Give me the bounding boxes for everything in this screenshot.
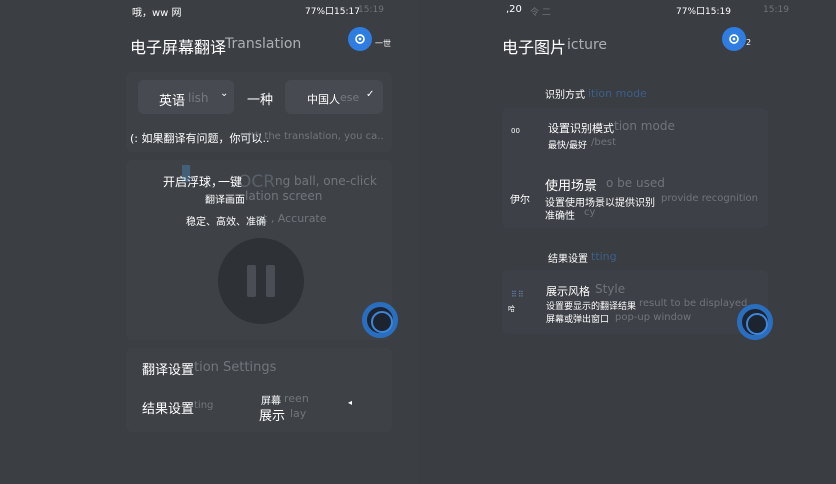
status-left: 哦，ww 网 <box>132 8 182 19</box>
status-time-ghost: 15:19 <box>763 5 789 15</box>
target-language-ghost: ese <box>340 91 360 104</box>
section-result-ghost: tting <box>591 250 617 263</box>
section-result-settings: 结果设置 <box>548 254 588 265</box>
page-title-ghost: Translation <box>225 36 302 52</box>
settings-gear-button[interactable] <box>722 27 746 51</box>
swap-languages-button[interactable]: 一种 <box>247 89 273 108</box>
style-icon: 哈 <box>508 305 515 313</box>
scene-label-ghost: o be used <box>606 176 665 190</box>
status-left-ghost: 令 二 <box>530 8 551 18</box>
floating-ball-button[interactable] <box>362 302 398 338</box>
gear-icon <box>729 34 739 44</box>
float-line-1b: 一键 <box>218 175 243 189</box>
mode-label-ghost: tion mode <box>614 119 675 133</box>
scene-label[interactable]: 使用场景 <box>545 175 597 194</box>
source-language-label: 英语 <box>159 94 186 109</box>
mode-value: 最快/最好 <box>548 141 588 151</box>
grid-icon: ⠿⠿ <box>511 290 525 299</box>
scene-desc-2: 准确性 <box>545 211 575 222</box>
chevron-down-icon: ⌄ <box>220 88 229 99</box>
page-title: 电子图片 <box>502 38 567 57</box>
page-title-ghost: icture <box>567 37 608 53</box>
picture-translation-panel: ,20 令 二 77%口15:19 15:19 电子图片 icture 2 识别… <box>418 0 836 484</box>
translation-hint-ghost: with the translation, you ca.. <box>240 131 384 142</box>
float-line-2-ghost: lation screen <box>245 189 323 203</box>
start-pause-button[interactable] <box>218 238 304 324</box>
screen-translation-panel: 哦，ww 网 77%口15:17 15:19 电子屏幕翻译 Translatio… <box>0 0 418 484</box>
checkmark-icon: ✓ <box>366 89 375 100</box>
pause-bar-icon <box>247 265 256 297</box>
status-right: 77%口15:17 <box>305 7 360 17</box>
float-line-3: 稳定、高效、准确 <box>186 217 266 228</box>
float-line-1-ghost: ng ball, one-click <box>275 174 377 188</box>
style-label-ghost: Style <box>595 282 626 296</box>
style-desc-1-ghost: result to be displayed <box>639 298 748 309</box>
style-desc-2: 屏幕或弹出窗口 <box>546 315 610 325</box>
float-line-2: 翻译画面 <box>205 195 245 206</box>
scene-desc-1-ghost: provide recognition <box>661 193 759 204</box>
result-value-ghost1: reen <box>284 392 309 405</box>
result-setting-ghost: ting <box>194 400 214 411</box>
result-value-line2: 展示 <box>259 409 286 424</box>
pause-bar-icon <box>266 265 275 297</box>
page-title: 电子屏幕翻译 <box>130 38 227 57</box>
gear-icon <box>355 34 365 44</box>
status-left: ,20 <box>506 4 522 15</box>
settings-gear-button[interactable] <box>348 27 372 51</box>
target-language-label: 中国人 <box>307 93 340 106</box>
style-label[interactable]: 展示风格 <box>546 283 590 299</box>
translation-settings-ghost: tion Settings <box>194 360 277 375</box>
floating-ball-button[interactable] <box>737 304 773 340</box>
dropdown-arrow-icon: ◂ <box>348 398 353 407</box>
mode-value-ghost: /best <box>591 137 616 148</box>
mode-icon: 00 <box>511 127 520 135</box>
float-line-1: 开启浮球， <box>163 175 224 189</box>
status-right: 77%口15:19 <box>676 7 731 17</box>
style-desc-1: 设置要显示的翻译结果 <box>546 302 637 312</box>
status-time-ghost: 15:19 <box>358 5 384 15</box>
title-corner-icon: 一世 <box>375 39 391 48</box>
section-recognition-ghost: ition mode <box>588 87 647 100</box>
title-corner-icon: 2 <box>746 38 752 47</box>
mode-label[interactable]: 设置识别模式 <box>548 120 614 136</box>
source-language-ghost: lish <box>188 91 209 105</box>
float-line-3-ghost: nt , Accurate <box>256 212 327 225</box>
scene-desc-2-ghost: cy <box>584 207 596 218</box>
translation-settings-title: 翻译设置 <box>142 363 195 378</box>
result-setting-label[interactable]: 结果设置 <box>142 398 194 417</box>
scene-icon: 伊尔 <box>510 195 530 206</box>
result-value-ghost2: lay <box>290 407 307 420</box>
section-recognition-mode: 识别方式 <box>545 90 585 101</box>
style-desc-2-ghost: pop-up window <box>615 312 692 323</box>
